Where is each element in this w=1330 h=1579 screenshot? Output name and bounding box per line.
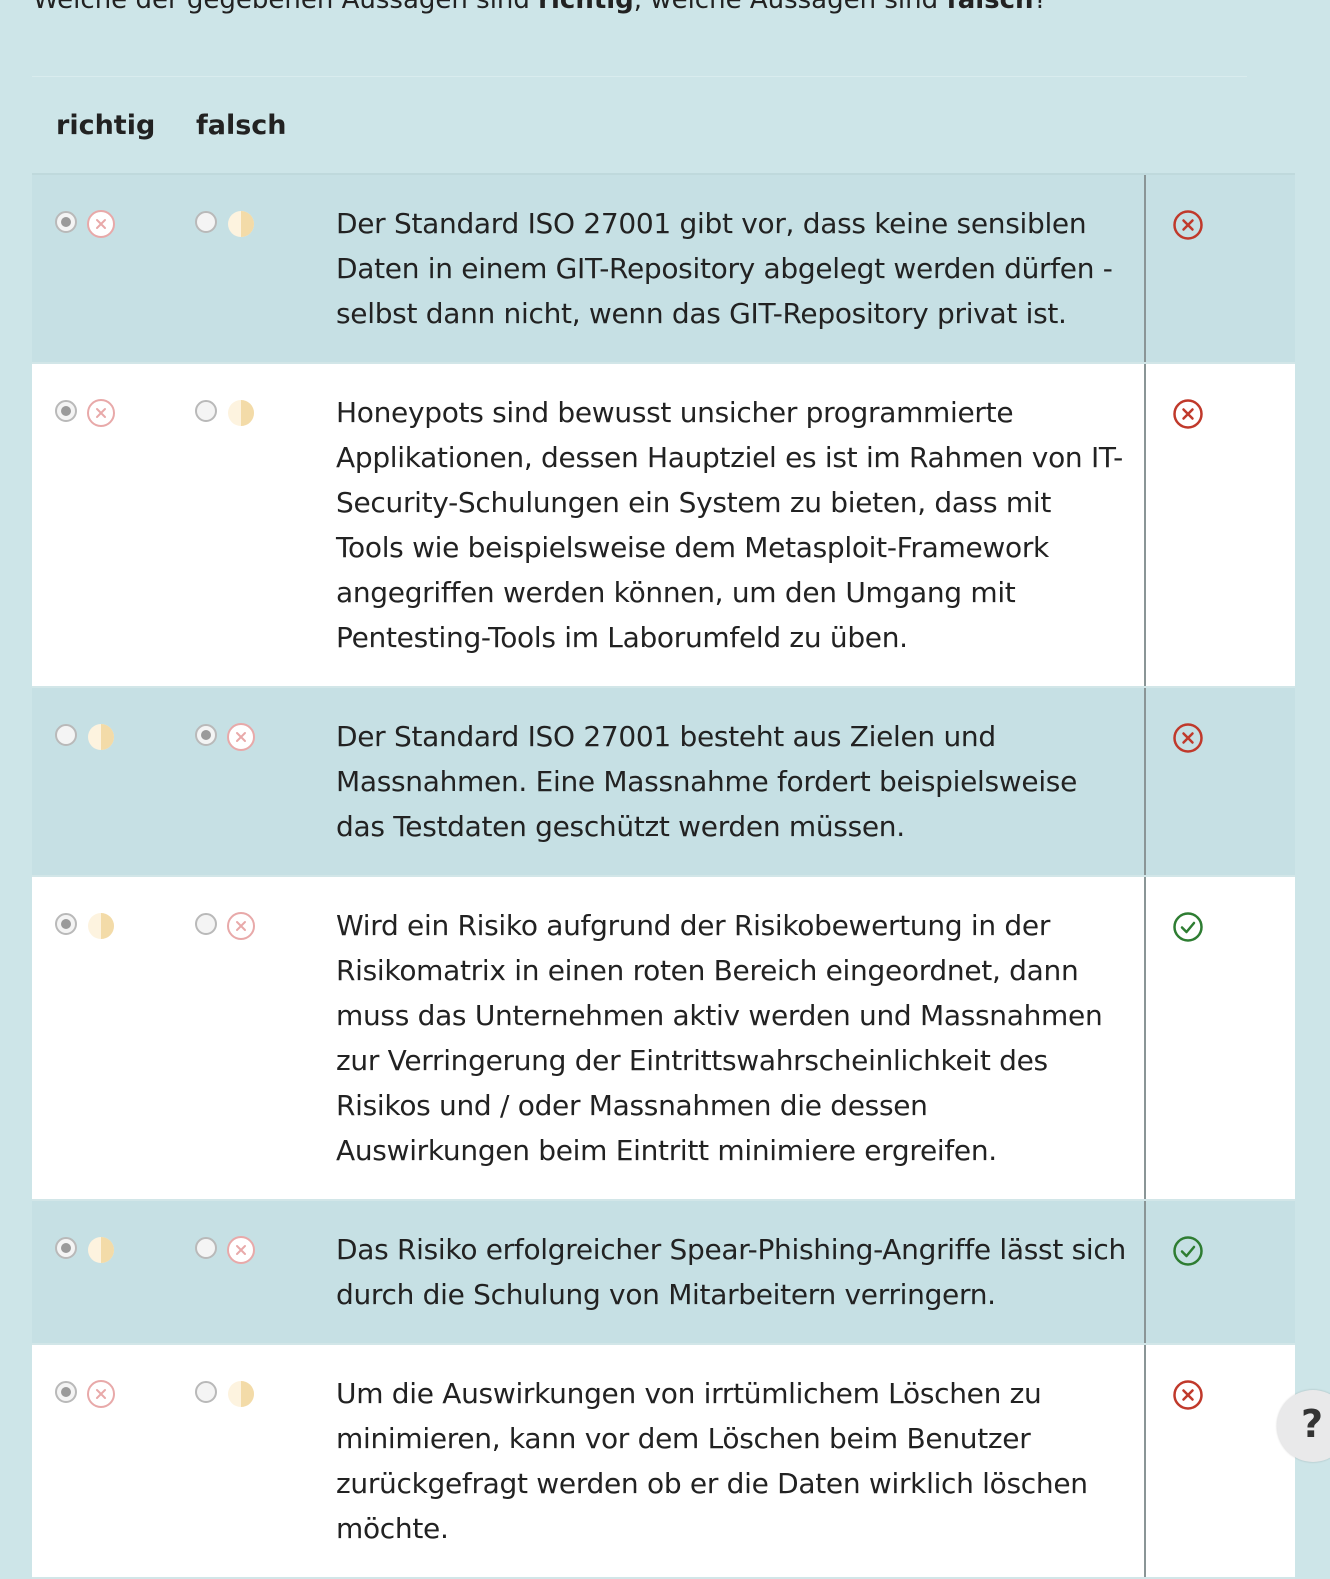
question-middle: , welche Aussagen sind (633, 0, 947, 15)
x-circle-icon (86, 398, 116, 427)
radio-falsch[interactable] (195, 211, 217, 233)
radio-richtig[interactable] (55, 913, 77, 935)
radio-richtig[interactable] (55, 1237, 77, 1259)
x-circle-icon (86, 209, 116, 238)
statements-table: Der Standard ISO 27001 gibt vor, dass ke… (32, 173, 1295, 1579)
question-prefix: Welche der gegebenen Aussagen sind (33, 0, 539, 15)
table-header: richtig falsch (32, 100, 1295, 150)
radio-richtig[interactable] (55, 400, 77, 422)
radio-falsch[interactable] (195, 1237, 217, 1259)
question-bold-falsch: falsch (946, 0, 1034, 15)
radio-falsch[interactable] (195, 400, 217, 422)
statement-text: Um die Auswirkungen von irrtümlichem Lös… (336, 1377, 1088, 1545)
radio-falsch[interactable] (195, 724, 217, 746)
circle-x-icon (1172, 722, 1204, 754)
circle-check-icon (1172, 1235, 1204, 1267)
circle-x-icon (1172, 398, 1204, 430)
radio-falsch[interactable] (195, 1381, 217, 1403)
option-falsch (195, 1379, 257, 1409)
option-falsch (195, 209, 257, 239)
table-row: Wird ein Risiko aufgrund der Risikobewer… (32, 877, 1295, 1201)
column-divider (1144, 175, 1146, 362)
half-circle-icon (86, 911, 116, 939)
table-row: Der Standard ISO 27001 gibt vor, dass ke… (32, 175, 1295, 364)
option-falsch (195, 1235, 257, 1265)
question-text: Welche der gegebenen Aussagen sind richt… (33, 0, 1047, 13)
column-divider (1144, 688, 1146, 875)
question-suffix: ? (1033, 0, 1048, 15)
x-circle-icon (226, 722, 256, 751)
column-divider (1144, 877, 1146, 1199)
column-divider (1144, 1201, 1146, 1343)
column-divider (1144, 1345, 1146, 1577)
half-circle-icon (86, 722, 116, 750)
option-richtig (55, 1235, 117, 1265)
column-header-falsch: falsch (196, 110, 287, 141)
option-richtig (55, 911, 117, 941)
table-row: Honeypots sind bewusst unsicher programm… (32, 364, 1295, 688)
circle-x-icon (1172, 209, 1204, 241)
option-falsch (195, 398, 257, 428)
half-circle-icon (226, 209, 256, 237)
option-richtig (55, 722, 117, 752)
option-falsch (195, 911, 257, 941)
column-header-richtig: richtig (56, 110, 156, 141)
half-circle-icon (226, 398, 256, 426)
question-bold-richtig: richtig (538, 0, 634, 15)
option-richtig (55, 1379, 117, 1409)
statement-text: Das Risiko erfolgreicher Spear-Phishing-… (336, 1233, 1126, 1311)
option-richtig (55, 209, 117, 239)
header-rule (32, 76, 1247, 77)
x-circle-icon (226, 1235, 256, 1264)
statement-text: Der Standard ISO 27001 besteht aus Ziele… (336, 720, 1078, 843)
column-divider (1144, 364, 1146, 686)
radio-falsch[interactable] (195, 913, 217, 935)
half-circle-icon (86, 1235, 116, 1263)
radio-richtig[interactable] (55, 724, 77, 746)
half-circle-icon (226, 1379, 256, 1407)
circle-x-icon (1172, 1379, 1204, 1411)
x-circle-icon (86, 1379, 116, 1408)
radio-richtig[interactable] (55, 1381, 77, 1403)
statement-text: Wird ein Risiko aufgrund der Risikobewer… (336, 909, 1103, 1167)
x-circle-icon (226, 911, 256, 940)
statement-text: Der Standard ISO 27001 gibt vor, dass ke… (336, 207, 1113, 330)
circle-check-icon (1172, 911, 1204, 943)
option-richtig (55, 398, 117, 428)
help-label: ? (1301, 1402, 1324, 1446)
option-falsch (195, 722, 257, 752)
statement-text: Honeypots sind bewusst unsicher programm… (336, 396, 1123, 654)
radio-richtig[interactable] (55, 211, 77, 233)
table-row: Um die Auswirkungen von irrtümlichem Lös… (32, 1345, 1295, 1579)
table-row: Der Standard ISO 27001 besteht aus Ziele… (32, 688, 1295, 877)
table-row: Das Risiko erfolgreicher Spear-Phishing-… (32, 1201, 1295, 1345)
